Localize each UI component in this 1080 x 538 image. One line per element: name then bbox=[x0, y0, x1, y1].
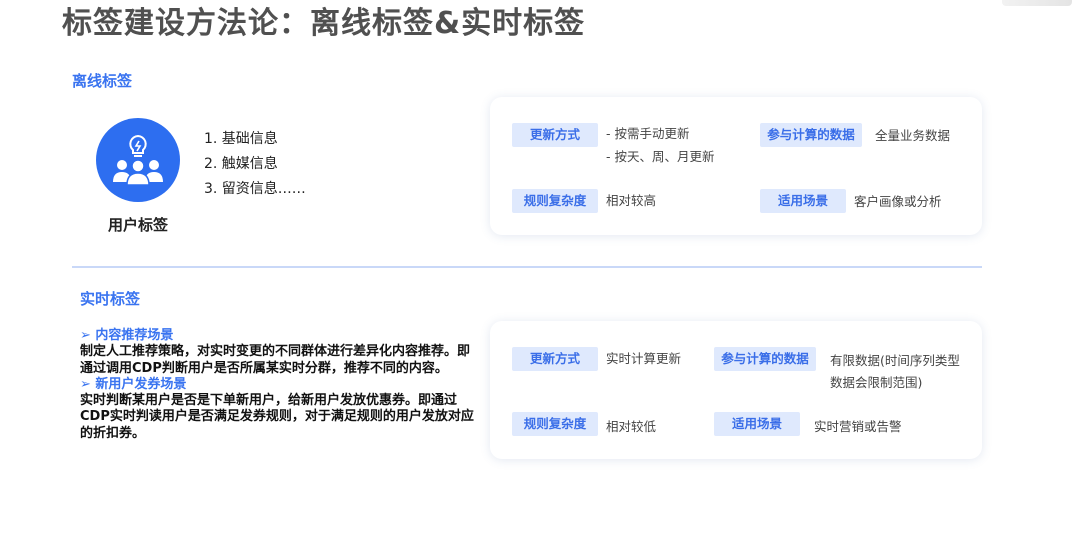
offline-section-label: 离线标签 bbox=[72, 72, 133, 90]
use-scene-tag: 适用场景 bbox=[714, 412, 800, 436]
scene-new-user-coupon-title: ➢ 新用户发券场景 bbox=[80, 376, 187, 392]
update-method-value: 实时计算更新 bbox=[606, 351, 682, 366]
user-tag-caption: 用户标签 bbox=[107, 216, 168, 234]
compute-data-value: 全量业务数据 bbox=[875, 128, 951, 143]
rule-complexity-tag: 规则复杂度 bbox=[512, 189, 598, 213]
update-method-tag: 更新方式 bbox=[512, 347, 598, 371]
list-item: 1. 基础信息 bbox=[204, 131, 278, 147]
rule-complexity-value: 相对较高 bbox=[606, 193, 657, 208]
scene-new-user-coupon-body: 实时判断某用户是否是下单新用户，给新用户发放优惠券。即通过CDP实时判读用户是否… bbox=[80, 393, 474, 441]
rule-complexity-value: 相对较低 bbox=[606, 419, 657, 434]
update-method-value-2: - 按天、周、月更新 bbox=[606, 149, 715, 164]
list-item: 3. 留资信息…… bbox=[204, 181, 306, 197]
list-item: 2. 触媒信息 bbox=[204, 156, 278, 172]
realtime-section-label: 实时标签 bbox=[80, 290, 141, 308]
offline-attributes-card: 更新方式 - 按需手动更新 - 按天、周、月更新 参与计算的数据 全量业务数据 … bbox=[490, 97, 982, 235]
use-scene-value: 实时营销或告警 bbox=[814, 419, 902, 434]
update-method-value-1: - 按需手动更新 bbox=[606, 126, 690, 141]
scene-content-recommend-body: 制定人工推荐策略，对实时变更的不同群体进行差异化内容推荐。即通过调用CDP判断用… bbox=[80, 344, 471, 376]
use-scene-tag: 适用场景 bbox=[760, 189, 846, 213]
section-divider bbox=[72, 266, 982, 268]
corner-decoration bbox=[1002, 0, 1072, 6]
rule-complexity-tag: 规则复杂度 bbox=[512, 412, 598, 436]
use-scene-value: 客户画像或分析 bbox=[854, 194, 942, 209]
user-group-icon bbox=[96, 118, 180, 202]
scene-content-recommend-title: ➢ 内容推荐场景 bbox=[80, 328, 174, 343]
realtime-scenarios: ➢ 内容推荐场景 制定人工推荐策略，对实时变更的不同群体进行差异化内容推荐。即通… bbox=[80, 328, 480, 442]
compute-data-value-2: 数据会限制范围) bbox=[830, 375, 923, 390]
page-title: 标签建设方法论：离线标签&实时标签 bbox=[62, 6, 586, 41]
offline-info-list: 1. 基础信息 2. 触媒信息 3. 留资信息…… bbox=[204, 127, 306, 202]
compute-data-tag: 参与计算的数据 bbox=[760, 123, 862, 147]
compute-data-tag: 参与计算的数据 bbox=[714, 347, 816, 371]
user-group-glyph bbox=[113, 134, 163, 186]
compute-data-value-1: 有限数据(时间序列类型 bbox=[830, 353, 960, 368]
realtime-attributes-card: 更新方式 实时计算更新 参与计算的数据 有限数据(时间序列类型 数据会限制范围)… bbox=[490, 321, 982, 459]
update-method-tag: 更新方式 bbox=[512, 123, 598, 147]
